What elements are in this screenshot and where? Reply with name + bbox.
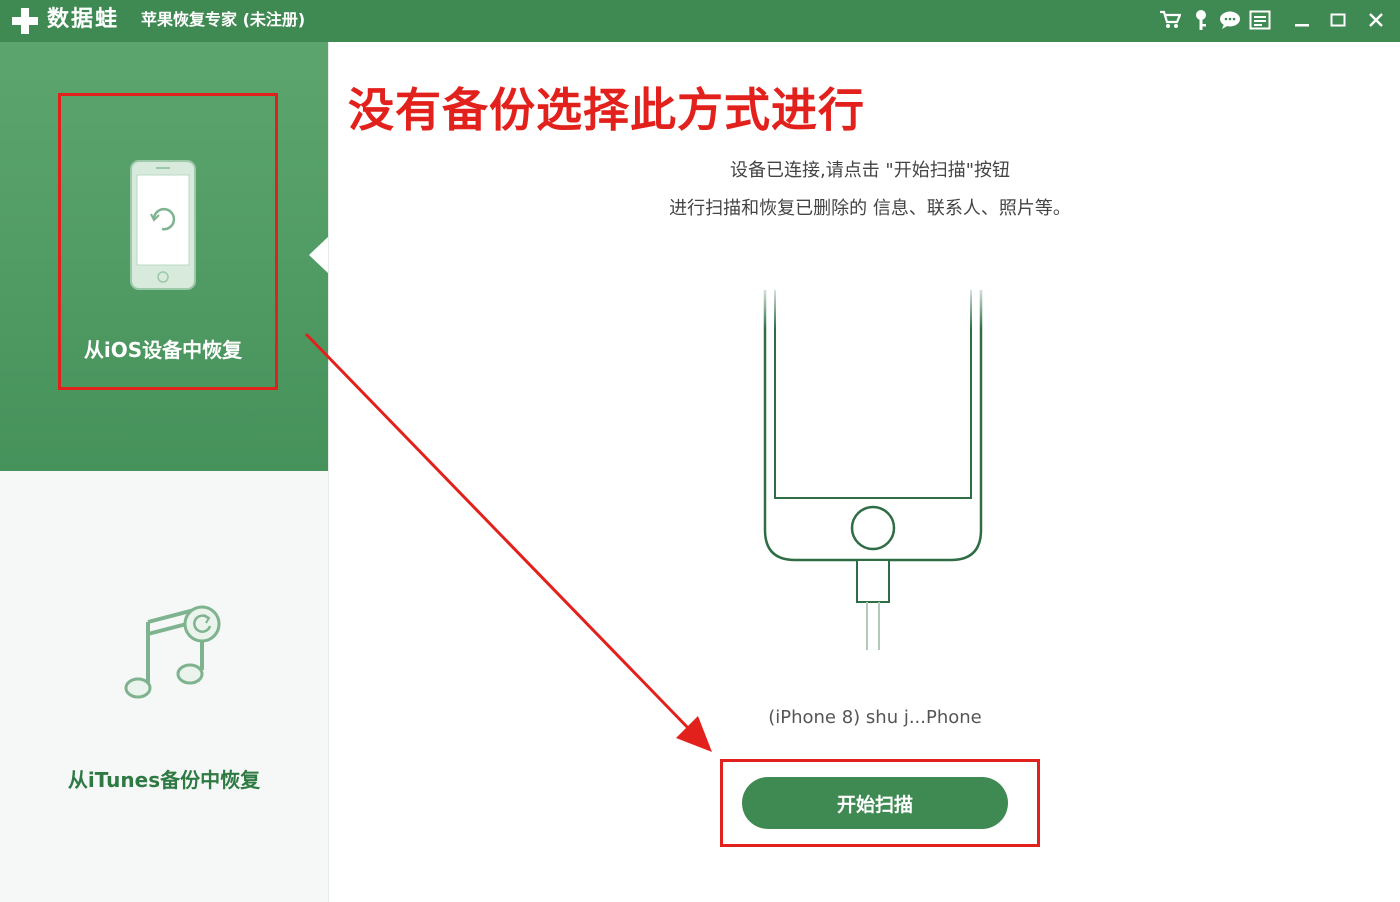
annotation-box-button [720,759,1040,847]
music-note-icon[interactable] [120,600,230,710]
menu-icon[interactable] [1248,8,1272,32]
instruction-line-1: 设备已连接,请点击 "开始扫描"按钮 [729,160,1010,181]
annotation-headline: 没有备份选择此方式进行 [348,83,865,137]
maximize-icon[interactable] [1326,8,1350,32]
sidebar-divider [328,42,329,902]
connected-iphone-illustration [755,280,995,660]
key-icon[interactable] [1189,8,1213,32]
logo-text: 数据蛙 [47,7,120,32]
annotation-box-ios [58,93,278,390]
logo-plus-icon [10,6,40,36]
chat-icon[interactable] [1218,8,1242,32]
minimize-icon[interactable] [1290,8,1314,32]
instruction-line-2: 进行扫描和恢复已删除的 信息、联系人、照片等。 [669,198,1071,219]
sidebar-item-itunes-label[interactable]: 从iTunes备份中恢复 [30,766,298,794]
selection-pointer [309,236,329,274]
cart-icon[interactable] [1158,8,1182,32]
close-icon[interactable] [1364,8,1388,32]
title-bar: 数据蛙 苹果恢复专家 (未注册) [0,0,1400,42]
app-title: 苹果恢复专家 (未注册) [141,10,306,29]
device-name-label: (iPhone 8) shu j...Phone [768,707,982,728]
